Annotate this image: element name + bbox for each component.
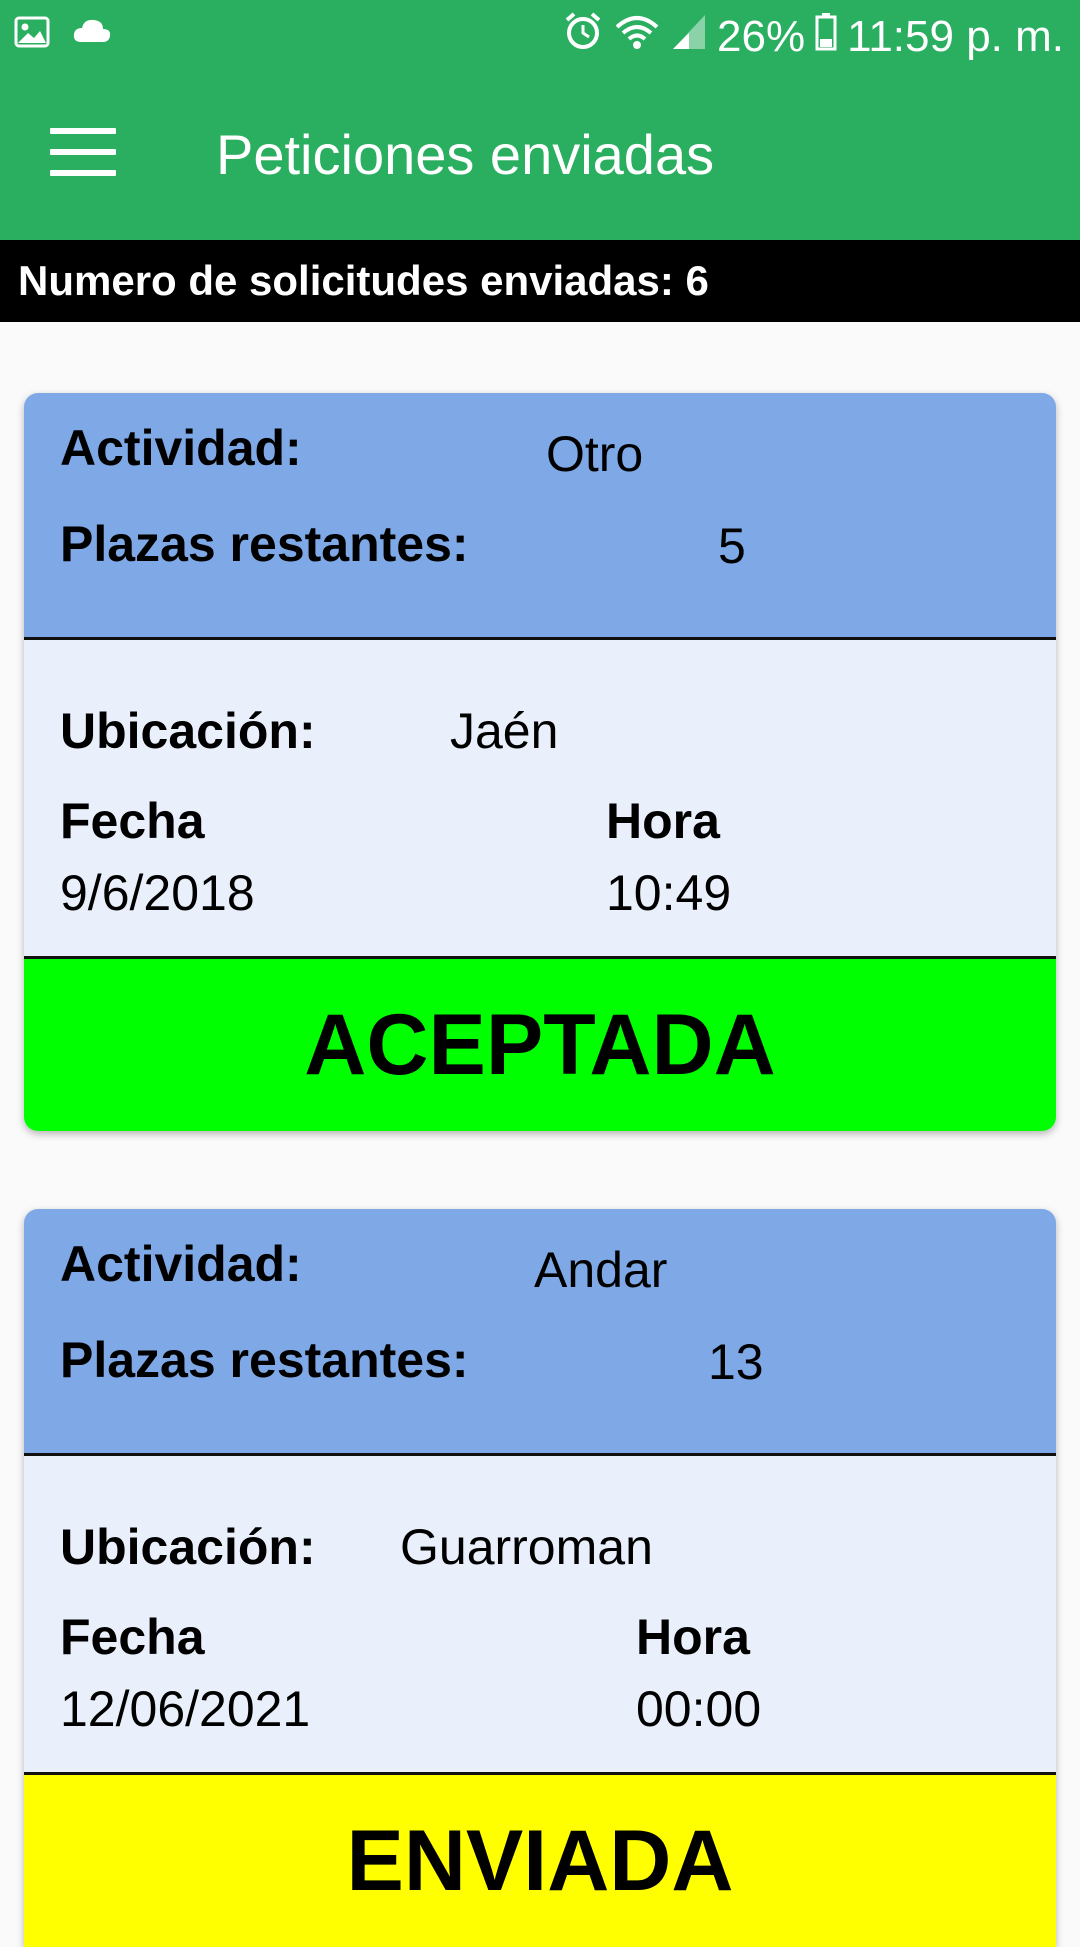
location-value: Guarroman	[400, 1519, 653, 1575]
time-label: Hora	[636, 1609, 750, 1665]
request-card[interactable]: Actividad: Otro Plazas restantes: 5 Ubic…	[24, 393, 1056, 1131]
activity-label: Actividad:	[60, 1236, 302, 1292]
status-badge: ACEPTADA	[24, 959, 1056, 1131]
request-card[interactable]: Actividad: Andar Plazas restantes: 13 Ub…	[24, 1209, 1056, 1947]
battery-icon	[815, 12, 837, 62]
activity-value: Otro	[546, 426, 644, 482]
battery-percent: 26%	[717, 11, 806, 61]
date-label: Fecha	[60, 1609, 205, 1665]
date-label: Fecha	[60, 793, 205, 849]
alarm-icon	[563, 10, 603, 63]
time-label: Hora	[606, 793, 720, 849]
page-title: Peticiones enviadas	[216, 123, 715, 186]
image-icon	[14, 16, 50, 53]
time-value: 00:00	[636, 1681, 762, 1737]
seats-label: Plazas restantes:	[60, 1332, 469, 1388]
location-label: Ubicación:	[60, 703, 316, 759]
signal-icon	[671, 12, 707, 62]
date-value: 9/6/2018	[60, 865, 255, 921]
time-value: 10:49	[606, 865, 732, 921]
card-header: Actividad: Otro Plazas restantes: 5	[24, 393, 1056, 640]
card-details: Ubicación: Jaén Fecha 9/6/2018 Hora 10:4…	[24, 640, 1056, 959]
seats-value: 5	[718, 518, 746, 574]
status-badge: ENVIADA	[24, 1775, 1056, 1947]
hamburger-menu-icon[interactable]	[50, 128, 116, 188]
activity-value: Andar	[534, 1242, 668, 1298]
location-label: Ubicación:	[60, 1519, 316, 1575]
app-bar: Peticiones enviadas	[0, 76, 1080, 240]
seats-label: Plazas restantes:	[60, 516, 469, 572]
seats-value: 13	[708, 1334, 764, 1390]
card-header: Actividad: Andar Plazas restantes: 13	[24, 1209, 1056, 1456]
wifi-icon	[613, 12, 661, 62]
card-details: Ubicación: Guarroman Fecha 12/06/2021 Ho…	[24, 1456, 1056, 1775]
request-counter: Numero de solicitudes enviadas: 6	[0, 240, 1080, 322]
date-value: 12/06/2021	[60, 1681, 311, 1737]
location-value: Jaén	[450, 703, 559, 759]
activity-label: Actividad:	[60, 420, 302, 476]
clock: 11:59 p. m.	[847, 11, 1064, 61]
cloud-icon	[72, 16, 112, 53]
status-bar: 26% 11:59 p. m.	[0, 0, 1080, 76]
